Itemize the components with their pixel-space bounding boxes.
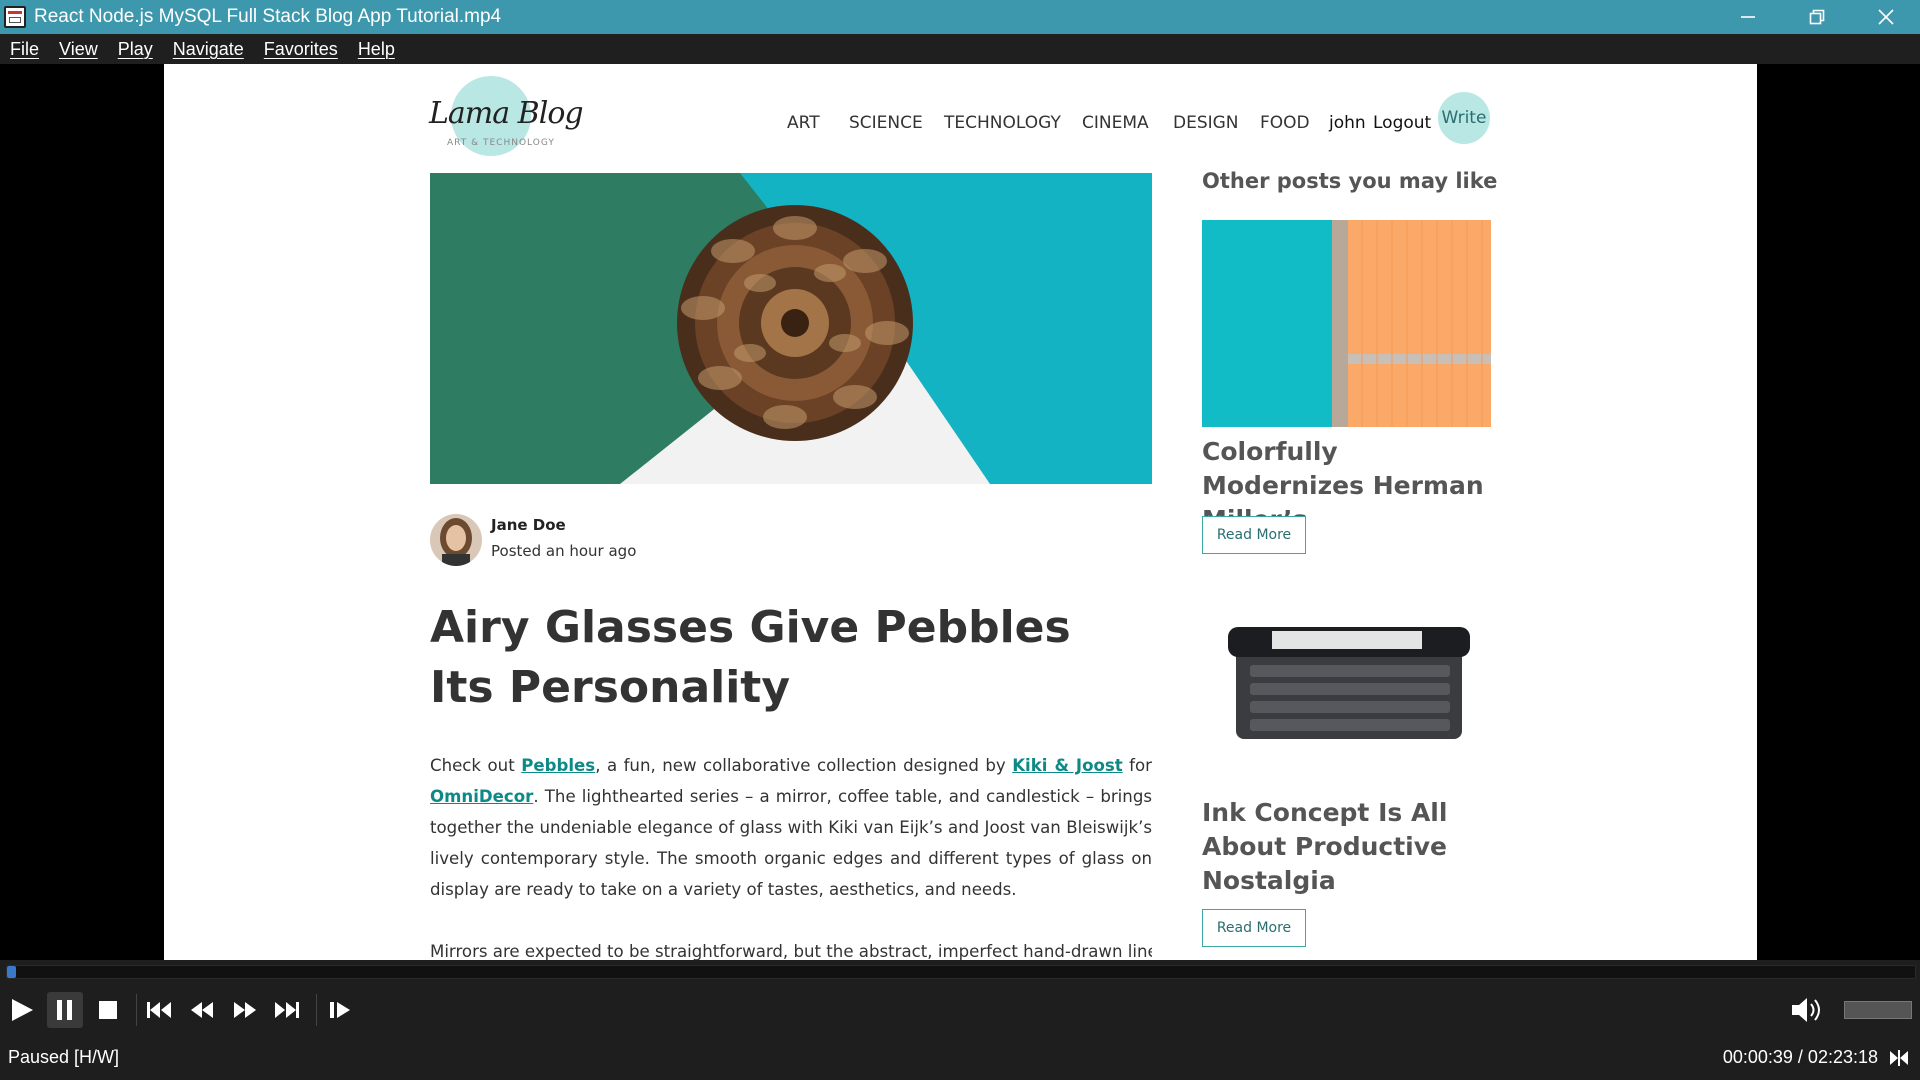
playback-controls [0, 984, 1920, 1036]
menu-navigate[interactable]: Navigate [173, 39, 244, 60]
body-text: for [1122, 756, 1152, 775]
video-frame: Lama Blog ART & TECHNOLOGY ART SCIENCE T… [164, 64, 1757, 960]
control-separator [136, 994, 137, 1026]
write-button: Write [1438, 92, 1490, 144]
playback-status: Paused [H/W] [8, 1047, 120, 1067]
close-icon [1877, 9, 1894, 25]
pause-button[interactable] [47, 992, 83, 1028]
nav-food: FOOD [1260, 113, 1310, 133]
stop-button[interactable] [90, 992, 126, 1028]
fast-forward-button[interactable] [227, 992, 263, 1028]
frame-step-button[interactable] [322, 992, 358, 1028]
app-clapperboard-icon [4, 6, 26, 28]
nav-cinema: CINEMA [1082, 113, 1149, 133]
body-text: Check out [430, 756, 522, 775]
nav-user: john [1329, 113, 1366, 133]
restore-icon [1809, 9, 1824, 25]
frame-step-icon [330, 1002, 350, 1018]
nav-design: DESIGN [1173, 113, 1239, 133]
menu-play[interactable]: Play [118, 39, 153, 60]
blog-nav: ART SCIENCE TECHNOLOGY CINEMA DESIGN FOO… [164, 108, 1757, 138]
rewind-icon [191, 1002, 213, 1018]
volume-slider[interactable] [1844, 1001, 1912, 1019]
sidebar-post-image-2 [1224, 619, 1474, 744]
status-bar: Paused [H/W] 00:00:39 / 02:23:18 [0, 1036, 1920, 1080]
nav-science: SCIENCE [849, 113, 923, 133]
rewind-button[interactable] [184, 992, 220, 1028]
logo-tagline: ART & TECHNOLOGY [447, 138, 555, 148]
close-button[interactable] [1851, 0, 1920, 34]
control-separator [316, 994, 317, 1026]
nav-art: ART [787, 113, 820, 133]
minimize-icon [1740, 16, 1755, 18]
post-hero-image [430, 173, 1152, 484]
play-button[interactable] [4, 992, 40, 1028]
author-avatar [430, 514, 482, 566]
play-icon [12, 999, 33, 1021]
seek-bar[interactable] [0, 960, 1920, 984]
video-area[interactable]: Lama Blog ART & TECHNOLOGY ART SCIENCE T… [0, 64, 1920, 960]
previous-button[interactable] [141, 992, 177, 1028]
pause-icon [57, 1000, 72, 1020]
renderer-icon [1890, 1050, 1908, 1066]
body-text: . The lighthearted series – a mirror, co… [430, 787, 1152, 899]
minimize-button[interactable] [1713, 0, 1782, 34]
restore-button[interactable] [1782, 0, 1851, 34]
post-body-paragraph: Check out Pebbles, a fun, new collaborat… [430, 750, 1152, 905]
stop-icon [99, 1001, 117, 1019]
skip-previous-icon [147, 1002, 171, 1018]
speaker-icon [1792, 998, 1820, 1022]
sidebar-post-title-2: Ink Concept Is All About Productive Nost… [1202, 798, 1448, 895]
link-pebbles: Pebbles [521, 756, 596, 775]
link-omnidecor: OmniDecor [430, 787, 534, 806]
nav-logout: Logout [1373, 113, 1432, 133]
skip-next-icon [275, 1002, 299, 1018]
seek-progress [7, 966, 16, 978]
menu-bar: File View Play Navigate Favorites Help [0, 34, 1920, 64]
next-button[interactable] [269, 992, 305, 1028]
seek-track[interactable] [6, 965, 1916, 979]
volume-button[interactable] [1790, 992, 1826, 1028]
time-display: 00:00:39 / 02:23:18 [1722, 1047, 1878, 1067]
post-body-paragraph-2: Mirrors are expected to be straightforwa… [430, 942, 1152, 960]
read-more-button-2: Read More [1202, 909, 1306, 947]
body-text: , a fun, new collaborative collection de… [595, 756, 1013, 775]
menu-file[interactable]: File [10, 39, 39, 60]
sidebar-heading: Other posts you may like [1202, 169, 1498, 193]
post-time: Posted an hour ago [491, 542, 637, 560]
title-bar: React Node.js MySQL Full Stack Blog App … [0, 0, 1920, 34]
window-title: React Node.js MySQL Full Stack Blog App … [34, 6, 502, 27]
sidebar-post-image-1 [1202, 220, 1491, 427]
menu-view[interactable]: View [59, 39, 98, 60]
read-more-button-1: Read More [1202, 516, 1306, 554]
nav-technology: TECHNOLOGY [944, 113, 1061, 133]
menu-help[interactable]: Help [358, 39, 395, 60]
menu-favorites[interactable]: Favorites [264, 39, 338, 60]
link-kiki-joost: Kiki & Joost [1012, 756, 1123, 775]
fast-forward-icon [234, 1002, 256, 1018]
post-title: Airy Glasses Give Pebbles Its Personalit… [430, 602, 1071, 713]
author-name: Jane Doe [491, 516, 566, 534]
